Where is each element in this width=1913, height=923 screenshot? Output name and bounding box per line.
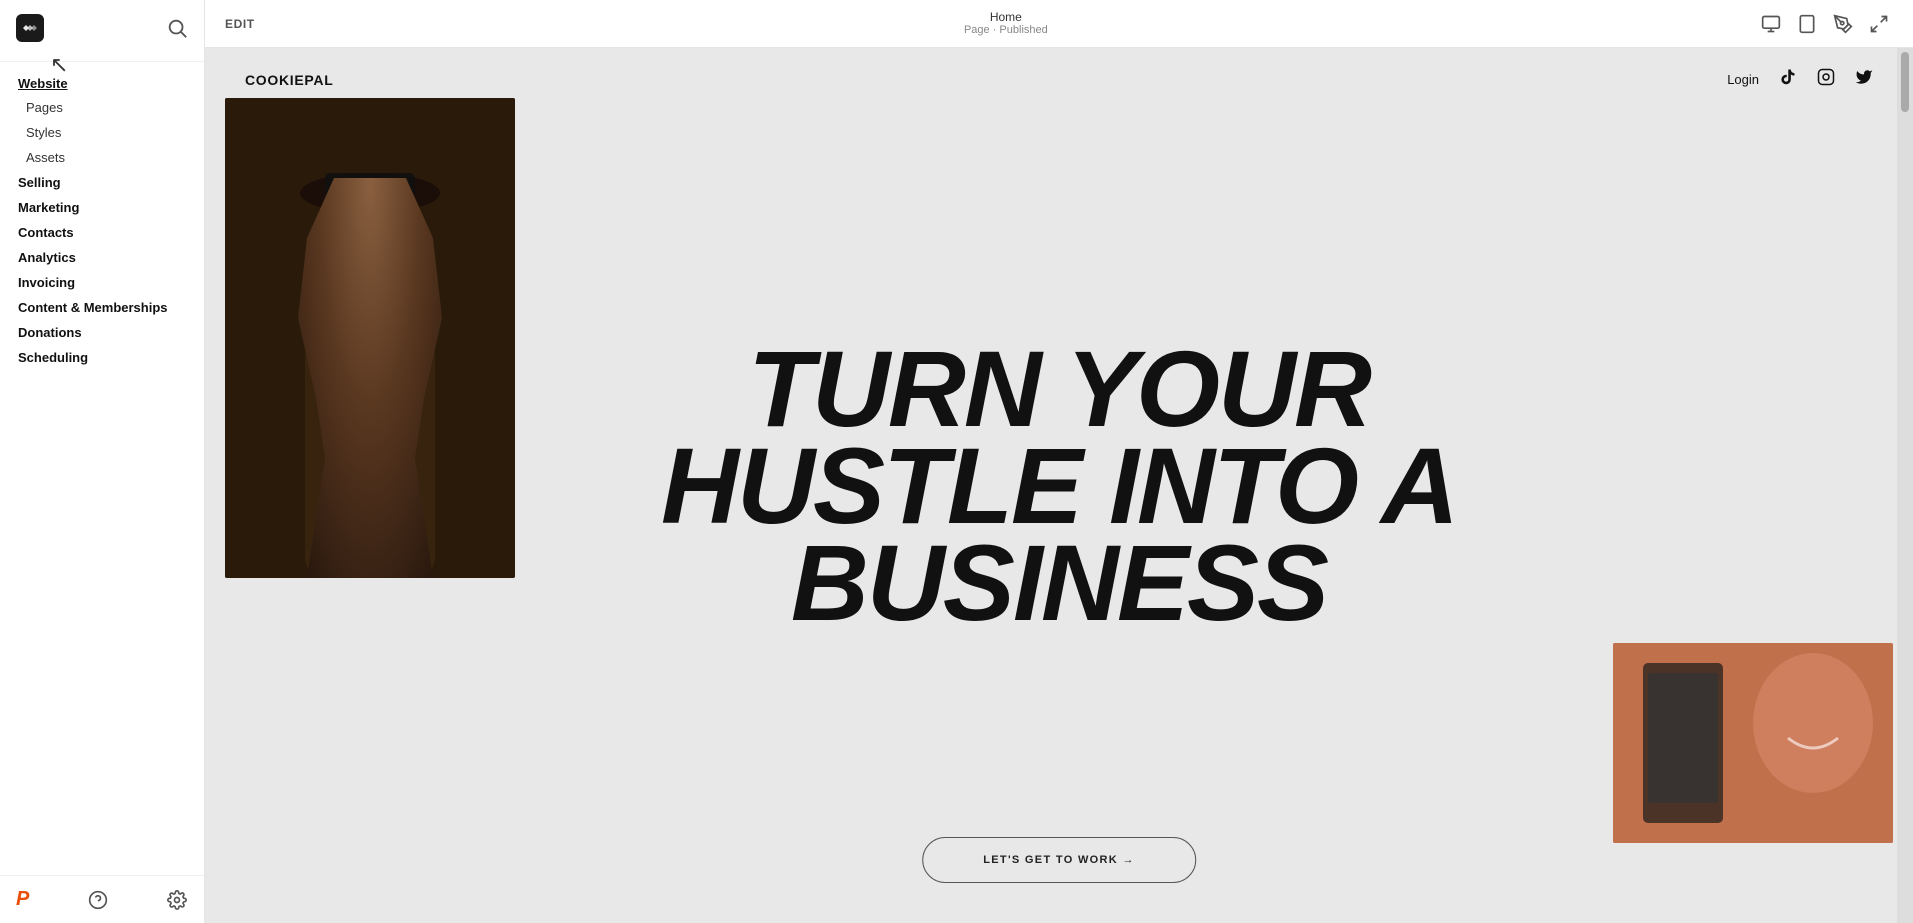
main-area: EDIT Home Page · Published bbox=[205, 0, 1913, 923]
expand-icon[interactable] bbox=[1865, 10, 1893, 38]
sidebar-header bbox=[0, 0, 204, 62]
sidebar-item-selling[interactable]: Selling bbox=[0, 170, 204, 195]
login-link[interactable]: Login bbox=[1727, 72, 1759, 87]
squarespace-logo[interactable] bbox=[16, 14, 44, 47]
hero-photo-right-image bbox=[1613, 643, 1893, 843]
hero-line1: TURN YOUR bbox=[419, 340, 1700, 437]
sidebar-item-marketing[interactable]: Marketing bbox=[0, 195, 204, 220]
sidebar-item-assets[interactable]: Assets bbox=[0, 145, 204, 170]
sidebar: ↖ Website Pages Styles Assets Selling Ma… bbox=[0, 0, 205, 923]
sidebar-item-styles[interactable]: Styles bbox=[0, 120, 204, 145]
sidebar-item-invoicing[interactable]: Invoicing bbox=[0, 270, 204, 295]
tiktok-icon[interactable] bbox=[1779, 68, 1797, 91]
hero-photo-left-image bbox=[225, 98, 515, 578]
desktop-view-icon[interactable] bbox=[1757, 10, 1785, 38]
page-title: Home bbox=[964, 10, 1048, 24]
hero-photo-left bbox=[225, 98, 515, 578]
hero-line3: BUSINESS bbox=[419, 534, 1700, 631]
top-bar: EDIT Home Page · Published bbox=[205, 0, 1913, 48]
search-icon[interactable] bbox=[166, 17, 188, 44]
cta-container: LET'S GET TO WORK → bbox=[922, 837, 1196, 883]
cta-button[interactable]: LET'S GET TO WORK → bbox=[922, 837, 1196, 883]
sidebar-footer: P bbox=[0, 875, 204, 923]
website-navbar: COOKIEPAL Login bbox=[205, 48, 1913, 111]
edit-label: EDIT bbox=[225, 17, 255, 31]
sidebar-item-content-memberships[interactable]: Content & Memberships bbox=[0, 295, 204, 320]
hero-headline: TURN YOUR HUSTLE INTO A BUSINESS bbox=[419, 340, 1700, 632]
hero-photo-right bbox=[1613, 643, 1893, 843]
sidebar-navigation: Website Pages Styles Assets Selling Mark… bbox=[0, 62, 204, 875]
settings-icon[interactable] bbox=[166, 889, 188, 911]
pen-tool-icon[interactable] bbox=[1829, 10, 1857, 38]
help-circle-icon[interactable] bbox=[87, 889, 109, 911]
sidebar-item-contacts[interactable]: Contacts bbox=[0, 220, 204, 245]
tablet-view-icon[interactable] bbox=[1793, 10, 1821, 38]
sidebar-item-pages[interactable]: Pages bbox=[0, 95, 204, 120]
sidebar-item-analytics[interactable]: Analytics bbox=[0, 245, 204, 270]
preview-area: COOKIEPAL Login bbox=[205, 48, 1913, 923]
website-logo: COOKIEPAL bbox=[245, 72, 334, 88]
top-bar-actions bbox=[1757, 10, 1893, 38]
twitter-icon[interactable] bbox=[1855, 68, 1873, 91]
instagram-icon[interactable] bbox=[1817, 68, 1835, 91]
hero-line2: HUSTLE INTO A bbox=[419, 437, 1700, 534]
sidebar-item-scheduling[interactable]: Scheduling bbox=[0, 345, 204, 370]
page-info: Home Page · Published bbox=[964, 10, 1048, 38]
page-status: Page · Published bbox=[964, 24, 1048, 37]
profile-icon[interactable]: P bbox=[16, 888, 29, 911]
sidebar-item-donations[interactable]: Donations bbox=[0, 320, 204, 345]
website-nav-right: Login bbox=[1727, 68, 1873, 91]
preview-frame: COOKIEPAL Login bbox=[205, 48, 1913, 923]
sidebar-item-website[interactable]: Website bbox=[0, 72, 204, 95]
scrollbar[interactable] bbox=[1897, 48, 1913, 923]
